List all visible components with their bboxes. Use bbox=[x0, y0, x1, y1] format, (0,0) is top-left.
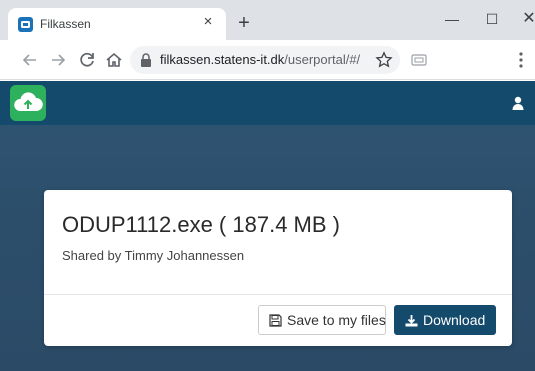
file-title: ODUP1112.exe ( 187.4 MB ) bbox=[62, 212, 340, 237]
shared-by-text: Shared by Timmy Johannessen bbox=[62, 248, 245, 263]
url-text: filkassen.statens-it.dk/userportal/#/s..… bbox=[160, 52, 360, 67]
app-logo[interactable] bbox=[10, 85, 46, 121]
window-close-icon[interactable]: ✕ bbox=[515, 7, 535, 31]
page-content: ODUP1112.exe ( 187.4 MB ) Shared by Timm… bbox=[0, 81, 535, 371]
user-icon[interactable] bbox=[512, 96, 524, 110]
save-to-my-files-button[interactable]: Save to my files bbox=[258, 305, 386, 335]
tab-title: Filkassen bbox=[40, 17, 91, 31]
star-icon[interactable] bbox=[375, 51, 393, 69]
floppy-disk-icon bbox=[269, 313, 282, 327]
tab-close-icon[interactable]: × bbox=[200, 14, 216, 30]
lock-icon[interactable] bbox=[140, 53, 152, 67]
browser-toolbar: filkassen.statens-it.dk/userportal/#/s..… bbox=[0, 40, 535, 80]
url-path: /userportal/#/s... bbox=[284, 52, 360, 67]
filkassen-favicon-icon bbox=[18, 17, 33, 32]
arrow-left-icon[interactable] bbox=[20, 50, 40, 70]
browser-tabstrip: Filkassen × + — ☐ ✕ bbox=[0, 0, 535, 40]
window-maximize-icon[interactable]: ☐ bbox=[478, 7, 506, 31]
new-tab-icon[interactable]: + bbox=[234, 13, 254, 33]
browser-tab[interactable]: Filkassen × bbox=[8, 8, 226, 40]
cloud-upload-icon bbox=[14, 92, 43, 111]
address-bar[interactable]: filkassen.statens-it.dk/userportal/#/s..… bbox=[130, 46, 400, 74]
home-icon[interactable] bbox=[104, 50, 124, 70]
reload-icon[interactable] bbox=[77, 50, 97, 70]
app-header bbox=[0, 81, 535, 125]
url-host: filkassen.statens-it.dk bbox=[160, 52, 285, 67]
extension-icon[interactable] bbox=[411, 53, 427, 67]
window-minimize-icon[interactable]: — bbox=[438, 7, 466, 31]
download-button[interactable]: Download bbox=[394, 305, 496, 335]
download-button-label: Download bbox=[423, 312, 486, 328]
share-card: ODUP1112.exe ( 187.4 MB ) Shared by Timm… bbox=[44, 190, 512, 346]
kebab-menu-icon[interactable] bbox=[518, 51, 524, 69]
download-icon bbox=[405, 314, 418, 326]
card-divider bbox=[44, 294, 512, 295]
save-button-label: Save to my files bbox=[287, 312, 386, 328]
arrow-right-icon[interactable] bbox=[48, 50, 68, 70]
